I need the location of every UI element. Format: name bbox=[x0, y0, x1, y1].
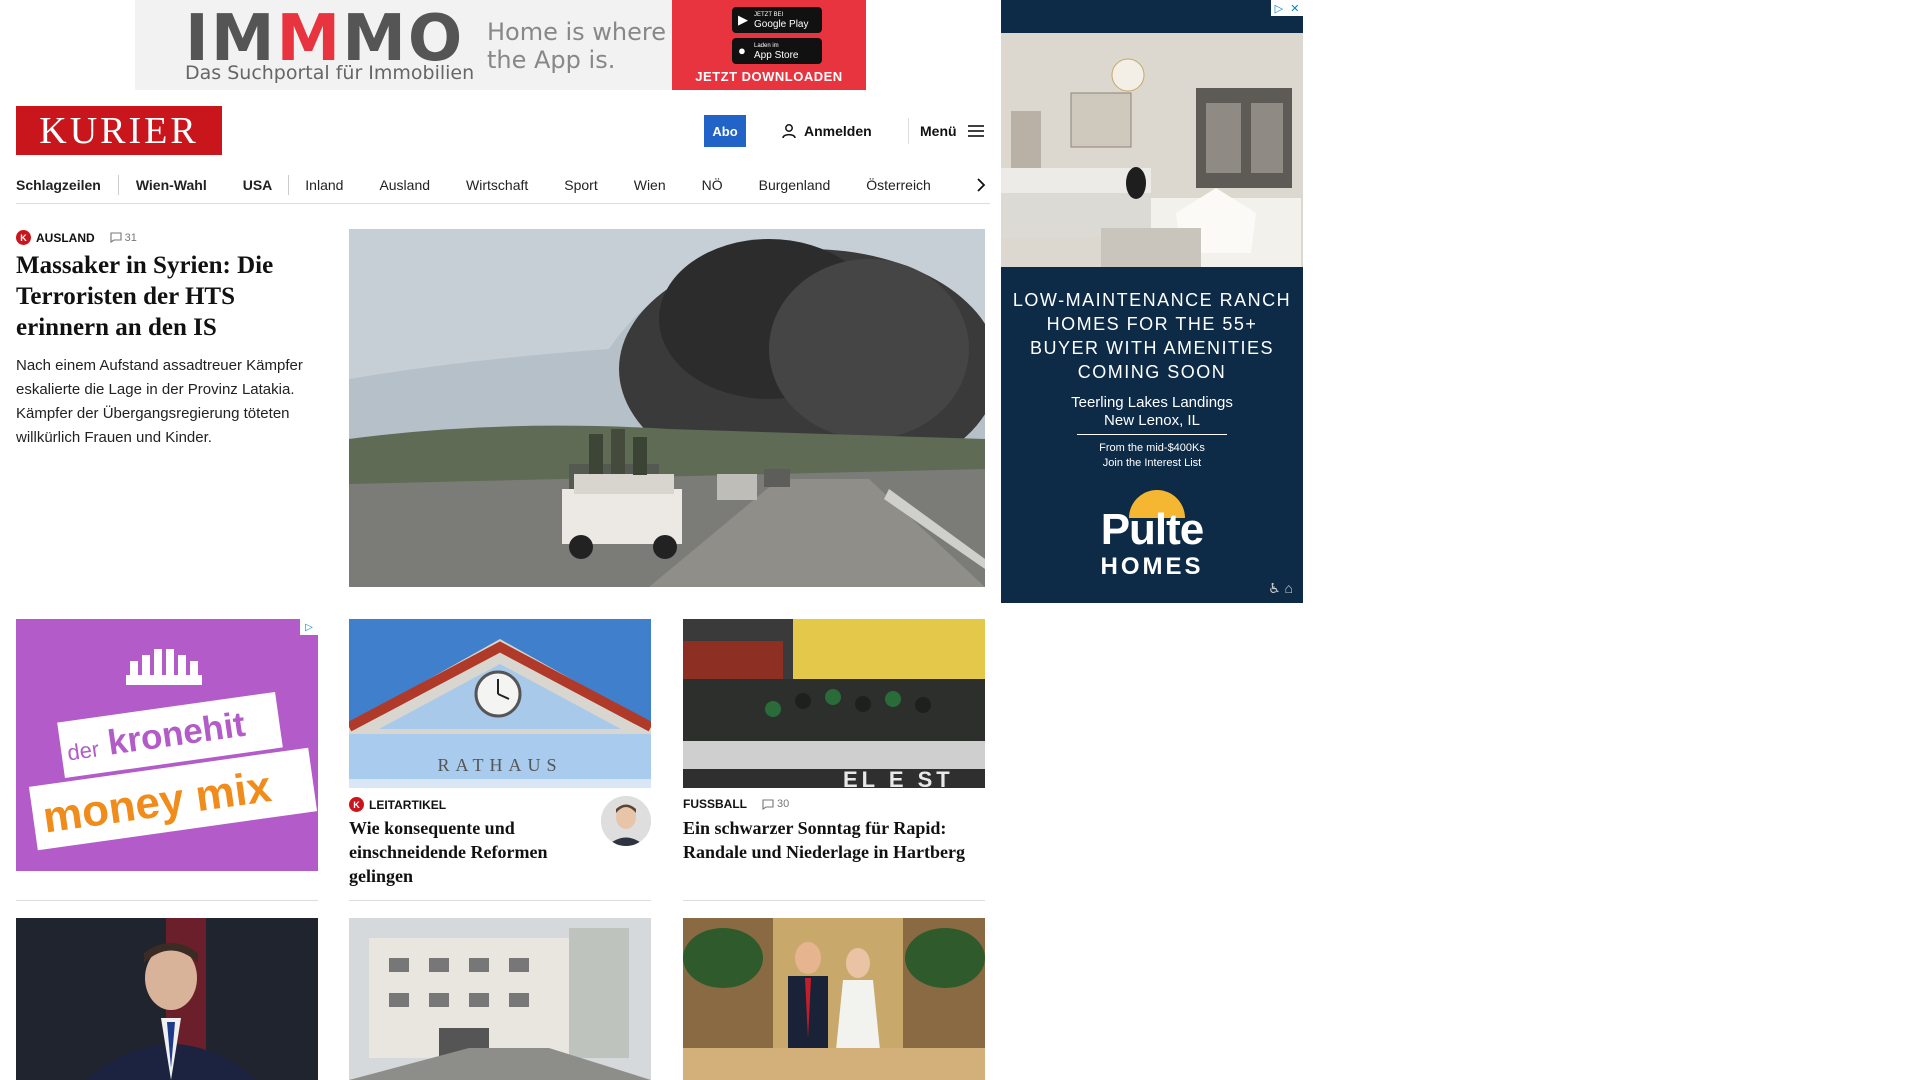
nav-item-burgenland[interactable]: Burgenland bbox=[759, 177, 831, 193]
apple-icon: ● bbox=[738, 43, 746, 58]
ad-headline: LOW-MAINTENANCE RANCH HOMES FOR THE 55+ … bbox=[1012, 290, 1292, 382]
card-image-stadium[interactable]: EL E ST bbox=[683, 619, 985, 788]
kronehit-ad[interactable]: ▷ der kronehit money mix bbox=[16, 619, 318, 871]
card-comment-count: 30 bbox=[777, 798, 790, 810]
nav-separator bbox=[117, 174, 119, 195]
menu-label: Menü bbox=[920, 123, 957, 139]
nav-item-ausland[interactable]: Ausland bbox=[379, 177, 430, 193]
lead-image[interactable] bbox=[349, 229, 985, 587]
chevron-right-icon[interactable] bbox=[976, 177, 986, 193]
abo-button[interactable]: Abo bbox=[704, 115, 746, 147]
author-avatar[interactable] bbox=[601, 796, 651, 846]
nav-item-wirtschaft[interactable]: Wirtschaft bbox=[466, 177, 528, 193]
kurier-k-badge-icon: K bbox=[16, 230, 31, 245]
top-banner-ad[interactable]: IMMMO Das Suchportal für Immobilien Home… bbox=[135, 0, 866, 90]
comment-icon bbox=[110, 232, 122, 243]
play-store-icon: ▶ bbox=[738, 12, 748, 27]
card-image-portrait[interactable] bbox=[16, 918, 318, 1080]
ad-location: Teerling Lakes Landings New Lenox, IL bbox=[1071, 394, 1233, 429]
section-nav: Schlagzeilen Wien-Wahl USA Inland Auslan… bbox=[16, 166, 990, 204]
hamburger-icon bbox=[967, 125, 984, 137]
ad-price: From the mid-$400Ks Join the Interest Li… bbox=[1099, 442, 1205, 469]
adchoices-icon[interactable]: ▷ bbox=[300, 619, 318, 635]
menu-button[interactable]: Menü bbox=[920, 118, 985, 144]
kurier-logo[interactable]: KURIER bbox=[16, 106, 222, 155]
card-headline[interactable]: Wie konsequente und einschneidende Refor… bbox=[349, 816, 594, 888]
header-divider bbox=[908, 118, 909, 144]
card-headline[interactable]: Ein schwarzer Sonntag für Rapid: Randale… bbox=[683, 816, 985, 864]
card-divider bbox=[683, 900, 985, 901]
user-icon bbox=[782, 124, 796, 139]
lead-comments[interactable]: 31 bbox=[110, 232, 137, 244]
crown-icon bbox=[126, 649, 202, 685]
adchoices-icon[interactable]: ▷ ✕ bbox=[1271, 0, 1303, 16]
login-button[interactable]: Anmelden bbox=[781, 118, 872, 144]
immmo-download-panel[interactable]: ▶ JETZT BEI Google Play ● Laden im App S… bbox=[672, 0, 866, 90]
lead-headline[interactable]: Massaker in Syrien: Die Terroristen der … bbox=[16, 250, 316, 343]
lead-comment-count: 31 bbox=[124, 231, 137, 244]
card-image-building[interactable] bbox=[349, 918, 651, 1080]
lead-kicker[interactable]: K AUSLAND 31 bbox=[16, 230, 137, 245]
lead-teaser[interactable]: Nach einem Aufstand assadtreuer Kämpfer … bbox=[16, 354, 321, 450]
stadium-banner-text: EL E ST bbox=[843, 767, 954, 788]
immmo-subtitle: Das Suchportal für Immobilien bbox=[185, 62, 475, 84]
nav-item-inland[interactable]: Inland bbox=[305, 177, 343, 193]
pulte-logo: Pulte bbox=[1100, 505, 1205, 554]
nav-item-noe[interactable]: NÖ bbox=[702, 177, 723, 193]
pulte-logo-sub: HOMES bbox=[1100, 553, 1204, 580]
nav-item-oesterreich[interactable]: Österreich bbox=[866, 177, 931, 193]
card-kicker-fussball[interactable]: FUSSBALL 30 bbox=[683, 797, 789, 811]
card-image-couple[interactable] bbox=[683, 918, 985, 1080]
card-comments[interactable]: 30 bbox=[762, 798, 789, 810]
card-category: FUSSBALL bbox=[683, 797, 747, 811]
nav-item-schlagzeilen[interactable]: Schlagzeilen bbox=[16, 177, 101, 193]
nav-item-wien-wahl[interactable]: Wien-Wahl bbox=[136, 177, 207, 193]
nav-item-sport[interactable]: Sport bbox=[564, 177, 597, 193]
card-image-rathaus[interactable]: RATHAUS bbox=[349, 619, 651, 788]
kurier-k-badge-icon: K bbox=[349, 797, 364, 812]
login-label: Anmelden bbox=[804, 123, 872, 139]
google-play-badge[interactable]: ▶ JETZT BEI Google Play bbox=[732, 7, 822, 33]
comment-icon bbox=[762, 798, 774, 810]
immmo-download-cta[interactable]: JETZT DOWNLOADEN bbox=[672, 69, 866, 84]
app-store-badge[interactable]: ● Laden im App Store bbox=[732, 38, 822, 64]
card-kicker-leitartikel[interactable]: K LEITARTIKEL bbox=[349, 797, 446, 812]
rathaus-sign: RATHAUS bbox=[437, 755, 562, 775]
immmo-tagline: Home is where the App is. bbox=[487, 18, 667, 74]
card-divider bbox=[349, 900, 651, 901]
accessibility-icon: ♿ ⌂ bbox=[1268, 580, 1293, 596]
card-divider bbox=[16, 900, 318, 901]
skyscraper-ad[interactable]: ▷ ✕ LOW-MAINTENANCE RANCH HOMES FOR THE 5… bbox=[1001, 0, 1303, 603]
living-room-photo bbox=[1001, 33, 1303, 267]
nav-item-wien[interactable]: Wien bbox=[634, 177, 666, 193]
lead-category: AUSLAND bbox=[36, 230, 95, 245]
nav-item-usa[interactable]: USA bbox=[243, 177, 273, 193]
nav-separator bbox=[288, 174, 290, 195]
card-category: LEITARTIKEL bbox=[369, 797, 447, 812]
ad-divider bbox=[1077, 434, 1227, 435]
